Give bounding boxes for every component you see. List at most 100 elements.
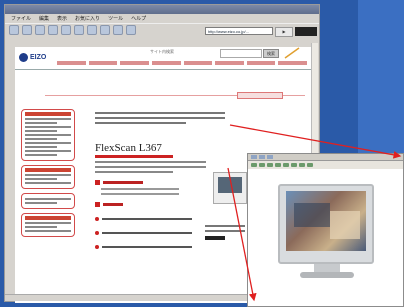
section-label [103, 203, 123, 206]
sidebar-link[interactable] [25, 226, 58, 228]
popup-control[interactable] [251, 155, 257, 159]
sidebar-link[interactable] [25, 126, 71, 128]
screen-scene [294, 203, 330, 227]
tool-icon[interactable] [267, 163, 273, 167]
menu-edit[interactable]: 編集 [39, 15, 49, 22]
bullet-icon [95, 245, 99, 249]
tool-icon[interactable] [307, 163, 313, 167]
bullet-icon [95, 217, 99, 221]
address-input[interactable]: http://www.eizo.co.jp/... [205, 27, 273, 35]
refresh-button[interactable] [48, 25, 58, 35]
nav-item[interactable] [120, 61, 149, 65]
section-header [95, 202, 225, 207]
sidebar-link[interactable] [25, 230, 71, 232]
product-description [95, 161, 206, 163]
search-button[interactable] [74, 25, 84, 35]
monitor-screen [286, 191, 366, 251]
site-logo[interactable]: EIZO [19, 51, 53, 63]
spec-button[interactable] [205, 236, 225, 240]
menu-favorites[interactable]: お気に入り [75, 15, 100, 22]
sidebar-link[interactable] [25, 150, 71, 152]
forward-button[interactable] [22, 25, 32, 35]
tool-icon[interactable] [291, 163, 297, 167]
title-underline [95, 155, 173, 158]
popup-toolbar [248, 161, 403, 169]
history-button[interactable] [100, 25, 110, 35]
sidebar-box-info [21, 193, 75, 209]
stop-button[interactable] [35, 25, 45, 35]
favorites-button[interactable] [87, 25, 97, 35]
section-bullet-icon [95, 202, 100, 207]
breadcrumb-tag[interactable] [237, 92, 283, 99]
monitor-stand-base [300, 272, 354, 278]
popup-control[interactable] [259, 155, 265, 159]
sidebar-link[interactable] [25, 198, 71, 200]
sidebar-heading [25, 216, 71, 220]
tool-icon[interactable] [299, 163, 305, 167]
print-button[interactable] [126, 25, 136, 35]
sidebar-link[interactable] [25, 122, 58, 124]
intro-text [95, 122, 186, 124]
sidebar-link[interactable] [25, 182, 71, 184]
thumbnail-screen [218, 177, 242, 193]
site-search-input[interactable] [220, 49, 262, 58]
product-thumbnail[interactable] [213, 172, 247, 204]
menu-bar: ファイル 編集 表示 お気に入り ツール ヘルプ [5, 14, 319, 23]
menu-help[interactable]: ヘルプ [131, 15, 146, 22]
section-label [103, 181, 143, 184]
menu-tools[interactable]: ツール [108, 15, 123, 22]
mail-button[interactable] [113, 25, 123, 35]
spec-block [205, 222, 245, 240]
nav-item[interactable] [246, 61, 276, 65]
section-bullet-icon [95, 180, 100, 185]
site-search-button[interactable]: 検索 [263, 49, 279, 58]
intro-text [95, 112, 225, 114]
nav-item[interactable] [215, 61, 244, 65]
sidebar-link[interactable] [25, 178, 58, 180]
sidebar-link[interactable] [25, 174, 71, 176]
title-bar [5, 5, 319, 14]
tool-icon[interactable] [283, 163, 289, 167]
section-link[interactable] [101, 193, 179, 195]
brand-swoosh-icon [284, 47, 300, 59]
nav-item[interactable] [278, 61, 307, 65]
nav-item[interactable] [57, 61, 86, 65]
nav-item[interactable] [183, 61, 213, 65]
nav-item[interactable] [88, 61, 118, 65]
sidebar-link[interactable] [25, 130, 58, 132]
menu-view[interactable]: 表示 [57, 15, 67, 22]
feature-item[interactable] [95, 217, 225, 221]
home-button[interactable] [61, 25, 71, 35]
bullet-icon [95, 231, 99, 235]
sidebar-link[interactable] [25, 222, 71, 224]
feature-text [102, 218, 192, 220]
feature-text [102, 246, 192, 248]
sidebar-link[interactable] [25, 146, 58, 148]
popup-window [247, 153, 404, 307]
sidebar-link[interactable] [25, 202, 58, 204]
sidebar-link[interactable] [25, 134, 71, 136]
tool-icon[interactable] [259, 163, 265, 167]
sidebar-link[interactable] [25, 138, 58, 140]
sidebar-box-products [21, 109, 75, 161]
intro-text [95, 117, 225, 119]
product-description [95, 166, 206, 168]
sidebar-link[interactable] [25, 142, 71, 144]
search-label: サイト内検索 [150, 49, 174, 54]
product-description [95, 171, 173, 173]
menu-file[interactable]: ファイル [11, 15, 31, 22]
sidebar-link[interactable] [25, 154, 58, 156]
section-link[interactable] [101, 188, 179, 190]
go-button[interactable]: ▶ [275, 27, 293, 37]
tool-icon[interactable] [275, 163, 281, 167]
back-button[interactable] [9, 25, 19, 35]
popup-control[interactable] [267, 155, 273, 159]
links-button[interactable] [295, 27, 317, 36]
header-divider [15, 69, 315, 70]
nav-item[interactable] [151, 61, 181, 65]
popup-title-bar [248, 154, 403, 161]
logo-mark-icon [19, 52, 28, 62]
tool-icon[interactable] [251, 163, 257, 167]
feature-item[interactable] [95, 245, 225, 249]
sidebar-link[interactable] [25, 118, 71, 120]
